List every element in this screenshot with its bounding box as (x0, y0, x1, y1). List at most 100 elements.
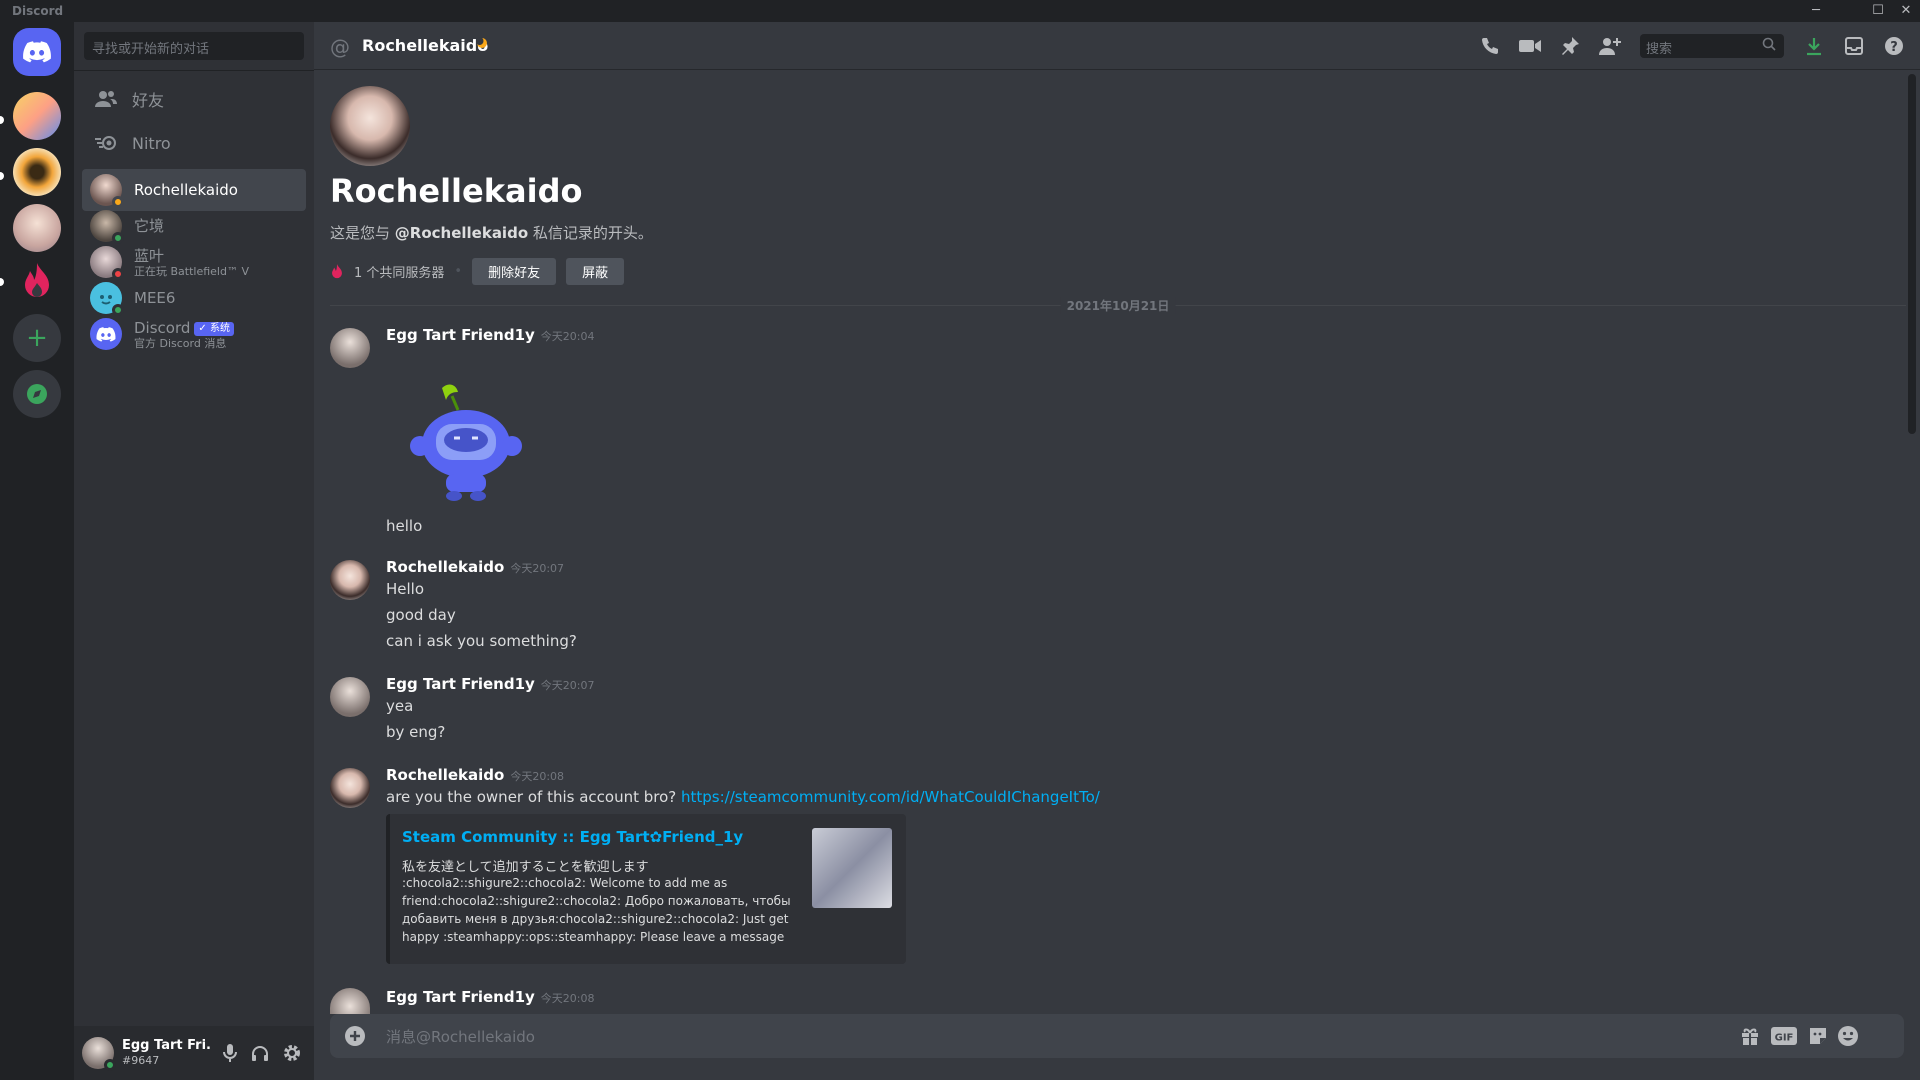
profile-title: Rochellekaido (330, 172, 583, 210)
date-divider: 2021年10月21日 (330, 297, 1906, 314)
chat-main: @ Rochellekaido 搜索 ? Rochellekaido 这是您与 … (314, 22, 1920, 1080)
server-icon[interactable] (13, 92, 61, 140)
message-author[interactable]: Egg Tart Friend1y 今天20:04 (386, 326, 595, 344)
steam-link[interactable]: https://steamcommunity.com/id/WhatCouldI… (681, 788, 1100, 806)
message-text: by eng? (386, 723, 446, 741)
chat-header: @ Rochellekaido 搜索 ? (314, 22, 1920, 70)
message-text: are you the owner of this account bro? h… (386, 788, 1100, 806)
unread-pill (0, 172, 4, 180)
voice-call-icon[interactable] (1478, 34, 1502, 58)
nav-label: Nitro (132, 133, 171, 153)
pinned-messages-icon[interactable] (1558, 34, 1582, 58)
nav-nitro[interactable]: Nitro (82, 122, 306, 164)
home-button[interactable] (13, 28, 61, 76)
message-avatar[interactable] (330, 768, 370, 808)
message-timestamp: 今天20:08 (540, 992, 595, 1005)
gif-icon[interactable]: GIF (1770, 1024, 1798, 1048)
dm-name: Discord ✓ 系统 (134, 319, 234, 337)
mutual-servers-link[interactable]: 1 个共同服务器 (354, 262, 444, 281)
message-avatar[interactable] (330, 560, 370, 600)
dm-item-discord[interactable]: Discord ✓ 系统 官方 Discord 消息 (82, 313, 306, 355)
gift-icon[interactable] (1738, 1024, 1762, 1048)
username: Egg Tart Fri... (122, 1038, 212, 1053)
scrollbar-thumb[interactable] (1908, 74, 1916, 434)
dm-sidebar: 寻找或开始新的对话 好友 Nitro 私信 + Rochellekaido 它境… (74, 22, 314, 1080)
dm-activity: 正在玩 Battlefield™ V (134, 264, 249, 278)
download-icon[interactable] (1802, 34, 1826, 58)
close-icon[interactable]: ✕ (1892, 0, 1920, 22)
emoji-icon[interactable] (1836, 1024, 1860, 1048)
dm-name: 它境 (134, 217, 165, 235)
user-tag: #9647 (122, 1054, 160, 1067)
explore-servers-button[interactable] (13, 370, 61, 418)
video-call-icon[interactable] (1518, 34, 1542, 58)
server-icon[interactable] (13, 148, 61, 196)
headphones-icon[interactable] (248, 1041, 272, 1065)
block-button[interactable]: 屏蔽 (566, 258, 625, 285)
message-author[interactable]: Egg Tart Friend1y 今天20:07 (386, 675, 595, 693)
message-author[interactable]: Rochellekaido 今天20:08 (386, 766, 564, 784)
discord-logo-icon (96, 326, 116, 342)
user-panel: Egg Tart Fri... #9647 (74, 1026, 314, 1080)
mutual-row: 1 个共同服务器 • 删除好友 屏蔽 (330, 258, 634, 285)
message-avatar[interactable] (330, 988, 370, 1014)
maximize-icon[interactable]: ☐ (1864, 0, 1892, 22)
minimize-icon[interactable]: ─ (1802, 0, 1830, 22)
microphone-icon[interactable] (218, 1041, 242, 1065)
message-text: hello (386, 517, 423, 535)
nav-friends[interactable]: 好友 (82, 78, 306, 120)
help-icon[interactable]: ? (1882, 34, 1906, 58)
message-author[interactable]: Rochellekaido 今天20:07 (386, 558, 564, 576)
profile-avatar[interactable] (330, 86, 410, 166)
settings-gear-icon[interactable] (280, 1041, 304, 1065)
online-status-icon (104, 1059, 116, 1071)
dm-name: 蓝叶 (134, 246, 165, 265)
avatar (90, 318, 122, 350)
message-timestamp: 今天20:08 (510, 770, 565, 783)
sticker-icon[interactable] (1806, 1024, 1830, 1048)
embed-description: :chocola2::shigure2::chocola2: Welcome t… (402, 876, 791, 944)
svg-text:GIF: GIF (1775, 1033, 1794, 1044)
message-text: yea (386, 697, 414, 715)
message-text: Hello (386, 580, 425, 598)
message-composer: 消息@Rochellekaido GIF (330, 1014, 1904, 1058)
app-title: Discord (12, 4, 64, 18)
add-server-button[interactable]: + (13, 314, 61, 362)
embed-title-link[interactable]: Steam Community :: Egg Tart✿Friend_1y (402, 828, 743, 846)
unread-pill (0, 278, 4, 286)
server-rail: + (0, 22, 74, 1080)
server-icon[interactable] (13, 204, 61, 252)
find-conversation-input[interactable]: 寻找或开始新的对话 (84, 32, 304, 60)
plus-icon: + (26, 323, 48, 353)
dm-name: MEE6 (134, 289, 176, 307)
message-input[interactable]: 消息@Rochellekaido (386, 1026, 535, 1047)
message-author[interactable]: Egg Tart Friend1y 今天20:08 (386, 988, 595, 1006)
message-timestamp: 今天20:07 (510, 562, 565, 575)
mee6-icon (100, 295, 112, 305)
title-bar: Discord ─ ☐ ✕ (0, 0, 1920, 22)
server-flame-icon (332, 263, 342, 278)
avatar (90, 210, 124, 244)
message-avatar[interactable] (330, 677, 370, 717)
embed-heading: 私を友達として追加することを歓迎します (402, 860, 649, 875)
add-friend-to-dm-icon[interactable] (1598, 34, 1622, 58)
server-icon[interactable] (13, 258, 61, 306)
search-icon (1762, 36, 1776, 55)
avatar (90, 246, 124, 280)
dm-intro-text: 这是您与 @Rochellekaido 私信记录的开头。 (330, 224, 653, 242)
discord-logo-icon (23, 41, 51, 63)
link-embed: Steam Community :: Egg Tart✿Friend_1y 私を… (386, 814, 906, 964)
remove-friend-button[interactable]: 删除好友 (472, 258, 557, 285)
embed-thumbnail[interactable] (812, 828, 892, 908)
at-icon: @ (330, 35, 350, 59)
message-text: good day (386, 606, 456, 624)
message-timestamp: 今天20:07 (540, 679, 595, 692)
flame-icon (25, 263, 49, 297)
wumpus-sticker[interactable] (402, 368, 532, 506)
idle-moon-icon (476, 37, 487, 48)
inbox-icon[interactable] (1842, 34, 1866, 58)
message-avatar[interactable] (330, 328, 370, 368)
avatar[interactable] (82, 1037, 116, 1071)
system-badge: ✓ 系统 (194, 321, 234, 336)
upload-plus-icon[interactable] (344, 1025, 366, 1047)
